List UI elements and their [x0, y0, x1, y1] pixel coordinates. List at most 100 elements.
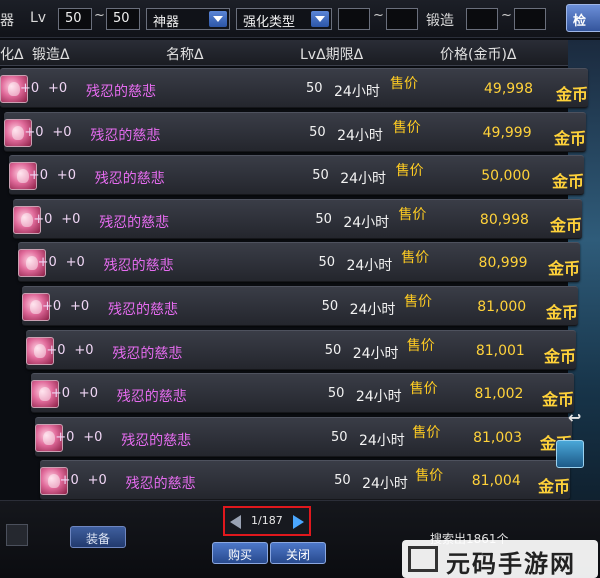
search-button[interactable]: 检 — [566, 4, 600, 32]
chevron-down-icon — [311, 11, 329, 27]
enhance-level: +0 — [50, 386, 70, 402]
header-name[interactable]: 名称Δ — [166, 44, 204, 64]
sale-label: 售价 — [392, 119, 421, 136]
enhance-level: +0 — [42, 299, 62, 314]
category-label: 器 — [0, 13, 14, 29]
sale-label: 售价 — [401, 250, 430, 267]
watermark-text: 元码手游网 — [446, 550, 576, 578]
currency-label: 金币 — [547, 259, 580, 279]
table-row[interactable]: +0 +0 残忍的慈悲 50 24小时 售价 81,001 金币 — [26, 329, 576, 370]
item-level: 50 — [330, 429, 348, 445]
refine-level: +0 — [48, 81, 68, 96]
enhance-type-select[interactable]: 强化类型 — [236, 8, 332, 30]
header-refine[interactable]: 锻造Δ — [32, 44, 70, 64]
item-level: 50 — [306, 81, 323, 96]
currency-label: 金币 — [549, 215, 582, 235]
price-value: 80,999 — [478, 255, 528, 272]
enhance-min-input[interactable] — [338, 8, 370, 30]
sale-label: 售价 — [390, 76, 418, 92]
table-row[interactable]: +0 +0 残忍的慈悲 50 24小时 售价 50,000 金币 — [8, 155, 584, 196]
item-level: 50 — [321, 299, 339, 314]
item-level: 50 — [327, 386, 345, 402]
enhance-level: +0 — [59, 473, 79, 489]
currency-label: 金币 — [551, 172, 584, 192]
item-duration: 24小时 — [343, 214, 390, 231]
sale-label: 售价 — [404, 294, 432, 310]
enhance-level: +0 — [24, 124, 44, 140]
enhance-type-value: 强化类型 — [243, 15, 296, 30]
item-name: 残忍的慈悲 — [86, 84, 156, 100]
currency-label: 金币 — [543, 346, 576, 366]
item-level: 50 — [318, 255, 336, 271]
header-enhance[interactable]: 化Δ — [0, 44, 24, 64]
sale-label: 售价 — [412, 424, 441, 441]
item-name: 残忍的慈悲 — [103, 258, 174, 275]
refine-level: +0 — [70, 299, 90, 314]
refine-max-input[interactable] — [514, 8, 546, 30]
lv-min-input[interactable]: 50 — [58, 8, 92, 30]
item-duration: 24小时 — [346, 258, 393, 275]
table-row[interactable]: +0 +0 残忍的慈悲 50 24小时 售价 81,004 金币 — [39, 460, 570, 501]
item-level: 50 — [312, 168, 329, 184]
chevron-down-icon — [209, 11, 227, 27]
item-duration: 24小时 — [340, 171, 387, 188]
triangle-left-icon[interactable] — [230, 515, 241, 529]
refine-level: +0 — [65, 255, 85, 271]
enhance-level: +0 — [33, 211, 53, 227]
price-value: 49,998 — [484, 81, 533, 97]
item-level: 50 — [324, 342, 342, 358]
header-lv-duration[interactable]: LvΔ期限Δ — [300, 44, 363, 64]
currency-label: 金币 — [541, 390, 574, 410]
price-value: 81,000 — [477, 299, 527, 315]
item-name: 残忍的慈悲 — [125, 476, 196, 493]
item-duration: 24小时 — [349, 302, 396, 318]
close-button[interactable]: 关闭 — [270, 542, 326, 564]
refine-level: +0 — [83, 429, 103, 445]
enhance-level: +0 — [46, 342, 66, 358]
table-row[interactable]: +0+0残忍的慈悲5024小时售价81,003金币 — [35, 416, 572, 457]
sale-label: 售价 — [406, 337, 435, 354]
watermark: 元码手游网 — [402, 540, 598, 578]
refine-level: +0 — [61, 211, 81, 227]
watermark-box-icon — [408, 546, 438, 572]
sale-label: 售价 — [415, 468, 444, 485]
table-row[interactable]: +0 +0 残忍的慈悲 50 24小时 售价 80,998 金币 — [13, 198, 582, 239]
table-row[interactable]: +0 +0 残忍的慈悲 50 24小时 售价 80,999 金币 — [17, 242, 580, 283]
table-row[interactable]: +0 +0 残忍的慈悲 50 24小时 售价 81,000 金币 — [22, 286, 578, 326]
item-duration: 24小时 — [352, 345, 399, 362]
rarity-select[interactable]: 神器 — [146, 8, 230, 30]
item-name: 残忍的慈悲 — [112, 345, 183, 362]
lv-max-input[interactable]: 50 — [106, 8, 140, 30]
table-row[interactable]: +0 +0 残忍的慈悲 50 24小时 售价 49,999 金币 — [4, 111, 586, 152]
refine-min-input[interactable] — [466, 8, 498, 30]
item-name: 残忍的慈悲 — [99, 214, 170, 231]
item-level: 50 — [315, 211, 332, 227]
refine-label: 锻造 — [426, 13, 454, 29]
return-arrow-icon[interactable]: ↩ — [568, 408, 581, 427]
enhance-range-separator: ~ — [373, 8, 384, 23]
filter-bar: 器 Lv 50 ~ 50 神器 强化类型 ~ 锻造 ~ 检 — [0, 0, 600, 38]
refine-level: +0 — [78, 386, 98, 402]
sale-label: 售价 — [409, 381, 438, 398]
item-duration: 24小时 — [358, 432, 405, 449]
item-level: 50 — [334, 473, 351, 489]
refine-level: +0 — [52, 124, 72, 140]
enhance-max-input[interactable] — [386, 8, 418, 30]
enhance-level: +0 — [28, 168, 48, 184]
refine-range-separator: ~ — [501, 8, 512, 23]
currency-label: 金币 — [553, 128, 586, 148]
triangle-right-icon[interactable] — [293, 515, 304, 529]
item-name: 残忍的慈悲 — [116, 389, 187, 406]
item-slot[interactable] — [6, 524, 28, 546]
equipment-button[interactable]: 装备 — [70, 526, 126, 548]
header-price[interactable]: 价格(金币)Δ — [440, 44, 517, 64]
table-row[interactable]: +0 +0 残忍的慈悲 50 24小时 售价 49,998 金币 — [0, 68, 588, 108]
price-value: 49,999 — [482, 124, 532, 141]
price-value: 80,998 — [479, 211, 529, 228]
table-row[interactable]: +0 +0 残忍的慈悲 50 24小时 售价 81,002 金币 — [30, 373, 574, 414]
buy-button[interactable]: 购买 — [212, 542, 268, 564]
item-duration: 24小时 — [355, 389, 402, 406]
price-value: 81,002 — [474, 386, 524, 403]
item-duration: 24小时 — [362, 476, 408, 493]
enhance-level: +0 — [55, 429, 75, 445]
